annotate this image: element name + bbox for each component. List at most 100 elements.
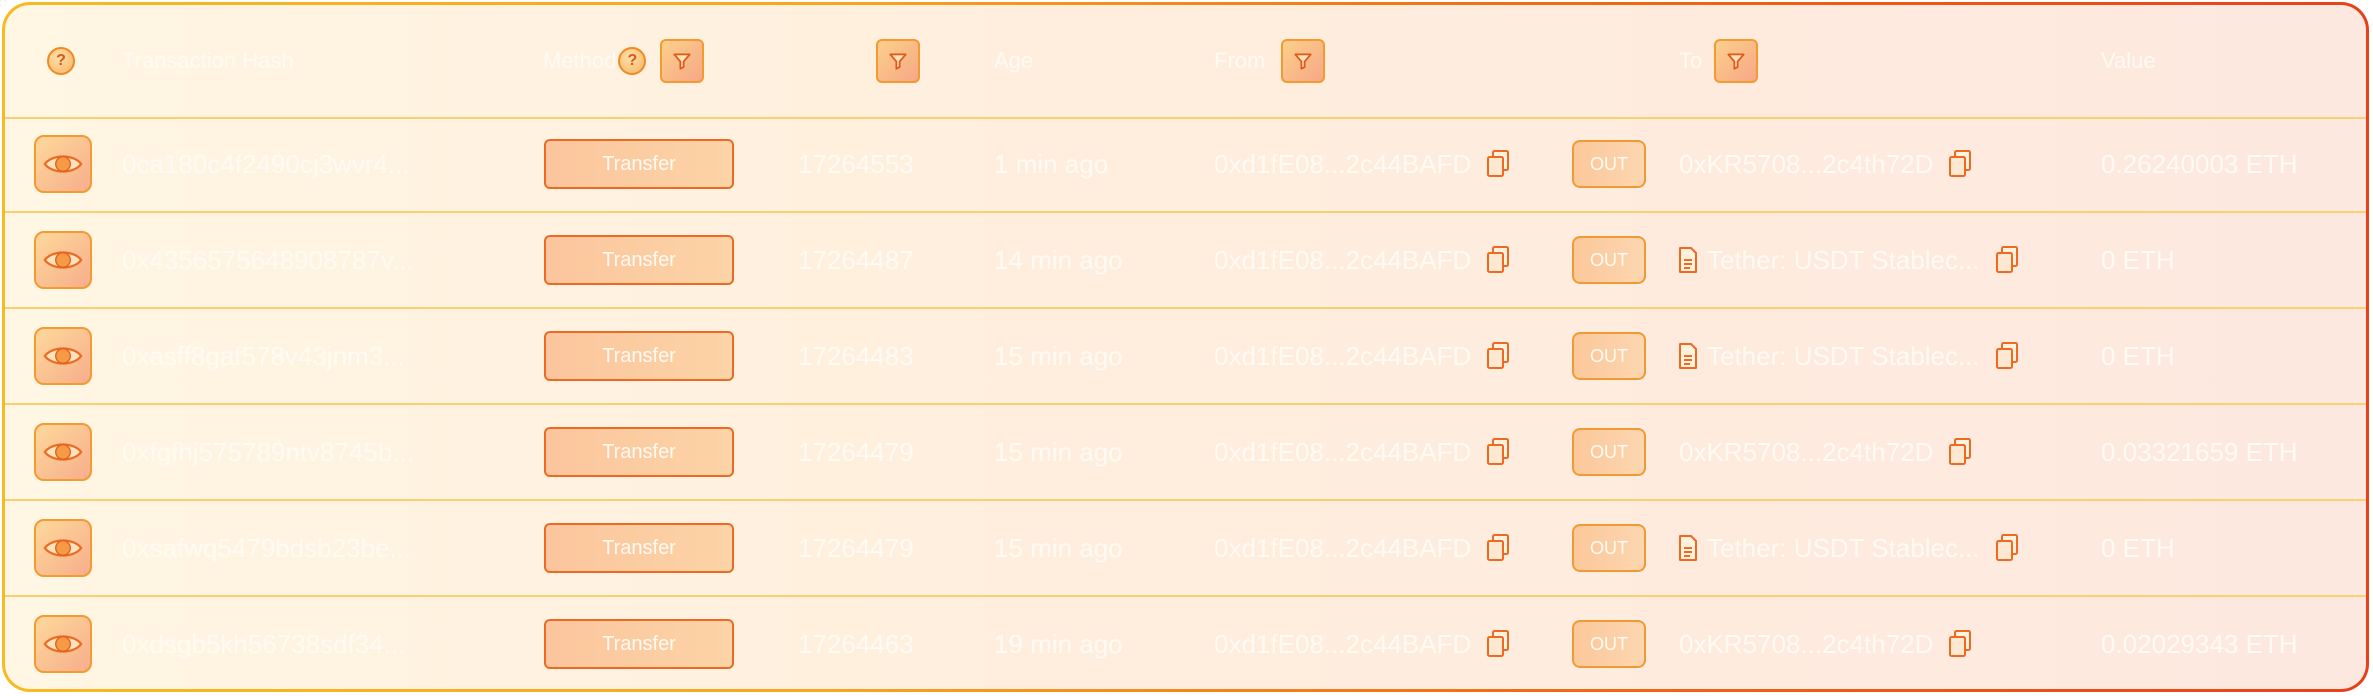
value-text: 0 ETH [2101,244,2175,275]
value-text: 0.02029343 ETH [2101,628,2298,659]
to-address-link[interactable]: Tether: USDT Stablec... [1707,533,1980,564]
table-row: 0xfgfhj575789ntv8745b... Transfer 172644… [5,405,2366,501]
tx-hash-link[interactable]: 0ca180c4f2490cj3wvr4... [122,117,410,211]
copy-icon[interactable] [1485,341,1513,371]
copy-icon[interactable] [1994,245,2022,275]
to-address-link[interactable]: Tether: USDT Stablec... [1707,245,1980,276]
table-row: 0xdsgb5kh56738sdf34... Transfer 17264463… [5,597,2366,689]
header-age: Age [994,48,1034,73]
eye-icon [43,631,83,657]
age-text: 1 min ago [994,148,1109,179]
age-text: 19 min ago [994,628,1123,659]
filter-icon [1292,50,1314,72]
filter-icon [887,50,909,72]
value-text: 0.03321659 ETH [2101,436,2298,467]
method-badge: Transfer [544,523,734,573]
copy-icon[interactable] [1994,533,2022,563]
from-filter-button[interactable] [1281,39,1326,83]
filter-icon [1725,50,1747,72]
method-badge: Transfer [544,619,734,669]
method-filter-button[interactable] [660,39,705,83]
to-address-link[interactable]: 0xKR5708...2c4th72D [1679,437,1933,468]
to-address-link[interactable]: Tether: USDT Stablec... [1707,341,1980,372]
transactions-table-frame: ? Transaction Hash Method ? Age From To … [2,2,2369,692]
from-address-link[interactable]: 0xd1fE08...2c44BAFD [1214,533,1471,564]
copy-icon[interactable] [1485,533,1513,563]
copy-icon[interactable] [1485,437,1513,467]
value-text: 0 ETH [2101,340,2175,371]
direction-badge: OUT [1572,428,1646,476]
direction-badge: OUT [1572,524,1646,572]
value-text: 0.26240003 ETH [2101,148,2298,179]
copy-icon[interactable] [1485,149,1513,179]
age-text: 15 min ago [994,532,1123,563]
direction-badge: OUT [1572,140,1646,188]
view-details-button[interactable] [34,519,92,577]
eye-icon [43,343,83,369]
table-row: 0xsafwq5479bdsb23be... Transfer 17264479… [5,501,2366,597]
copy-icon[interactable] [1485,629,1513,659]
copy-icon[interactable] [1485,245,1513,275]
header-from: From [1214,48,1266,73]
block-number-link[interactable]: 17264487 [798,213,914,307]
to-address-link[interactable]: 0xKR5708...2c4th72D [1679,629,1933,660]
tx-hash-link[interactable]: 0x4356575648908787v... [122,213,414,307]
eye-icon [43,535,83,561]
method-help-icon[interactable]: ? [618,47,647,75]
copy-icon[interactable] [1994,341,2022,371]
from-address-link[interactable]: 0xd1fE08...2c44BAFD [1214,245,1471,276]
header-method: Method [543,48,617,73]
from-address-link[interactable]: 0xd1fE08...2c44BAFD [1214,341,1471,372]
view-details-button[interactable] [34,615,92,673]
method-badge: Transfer [544,427,734,477]
from-address-link[interactable]: 0xd1fE08...2c44BAFD [1214,437,1471,468]
block-number-link[interactable]: 17264479 [798,501,914,595]
to-address-link[interactable]: 0xKR5708...2c4th72D [1679,149,1933,180]
copy-icon[interactable] [1947,149,1975,179]
value-text: 0 ETH [2101,532,2175,563]
view-details-button[interactable] [34,135,92,193]
tx-hash-link[interactable]: 0xdsgb5kh56738sdf34... [122,597,405,689]
method-badge: Transfer [544,139,734,189]
direction-badge: OUT [1572,236,1646,284]
tx-hash-link[interactable]: 0xsafwq5479bdsb23be... [122,501,411,595]
view-details-button[interactable] [34,327,92,385]
age-text: 14 min ago [994,244,1123,275]
header-transaction-hash: Transaction Hash [122,48,294,73]
block-number-link[interactable]: 17264463 [798,597,914,689]
document-icon [1677,246,1699,274]
table-header: ? Transaction Hash Method ? Age From To … [5,5,2366,119]
block-number-link[interactable]: 17264479 [798,405,914,499]
block-number-link[interactable]: 17264553 [798,117,914,211]
from-address-link[interactable]: 0xd1fE08...2c44BAFD [1214,149,1471,180]
transactions-table: ? Transaction Hash Method ? Age From To … [5,5,2366,689]
block-number-link[interactable]: 17264483 [798,309,914,403]
view-details-button[interactable] [34,423,92,481]
filter-icon [671,50,693,72]
view-details-button[interactable] [34,231,92,289]
help-icon[interactable]: ? [47,47,75,75]
from-address-link[interactable]: 0xd1fE08...2c44BAFD [1214,629,1471,660]
eye-icon [43,247,83,273]
block-filter-button[interactable] [876,39,920,83]
header-to: To [1679,48,1703,73]
direction-badge: OUT [1572,332,1646,380]
to-filter-button[interactable] [1714,39,1759,83]
method-badge: Transfer [544,331,734,381]
copy-icon[interactable] [1947,629,1975,659]
document-icon [1677,342,1699,370]
age-text: 15 min ago [994,340,1123,371]
tx-hash-link[interactable]: 0xfgfhj575789ntv8745b... [122,405,414,499]
header-value: Value [2101,48,2156,73]
table-row: 0x4356575648908787v... Transfer 17264487… [5,213,2366,309]
document-icon [1677,534,1699,562]
table-row: 0xasff8gaf578v43jnm3... Transfer 1726448… [5,309,2366,405]
age-text: 15 min ago [994,436,1123,467]
copy-icon[interactable] [1947,437,1975,467]
direction-badge: OUT [1572,620,1646,668]
table-row: 0ca180c4f2490cj3wvr4... Transfer 1726455… [5,117,2366,213]
eye-icon [43,439,83,465]
method-badge: Transfer [544,235,734,285]
tx-hash-link[interactable]: 0xasff8gaf578v43jnm3... [122,309,405,403]
eye-icon [43,151,83,177]
